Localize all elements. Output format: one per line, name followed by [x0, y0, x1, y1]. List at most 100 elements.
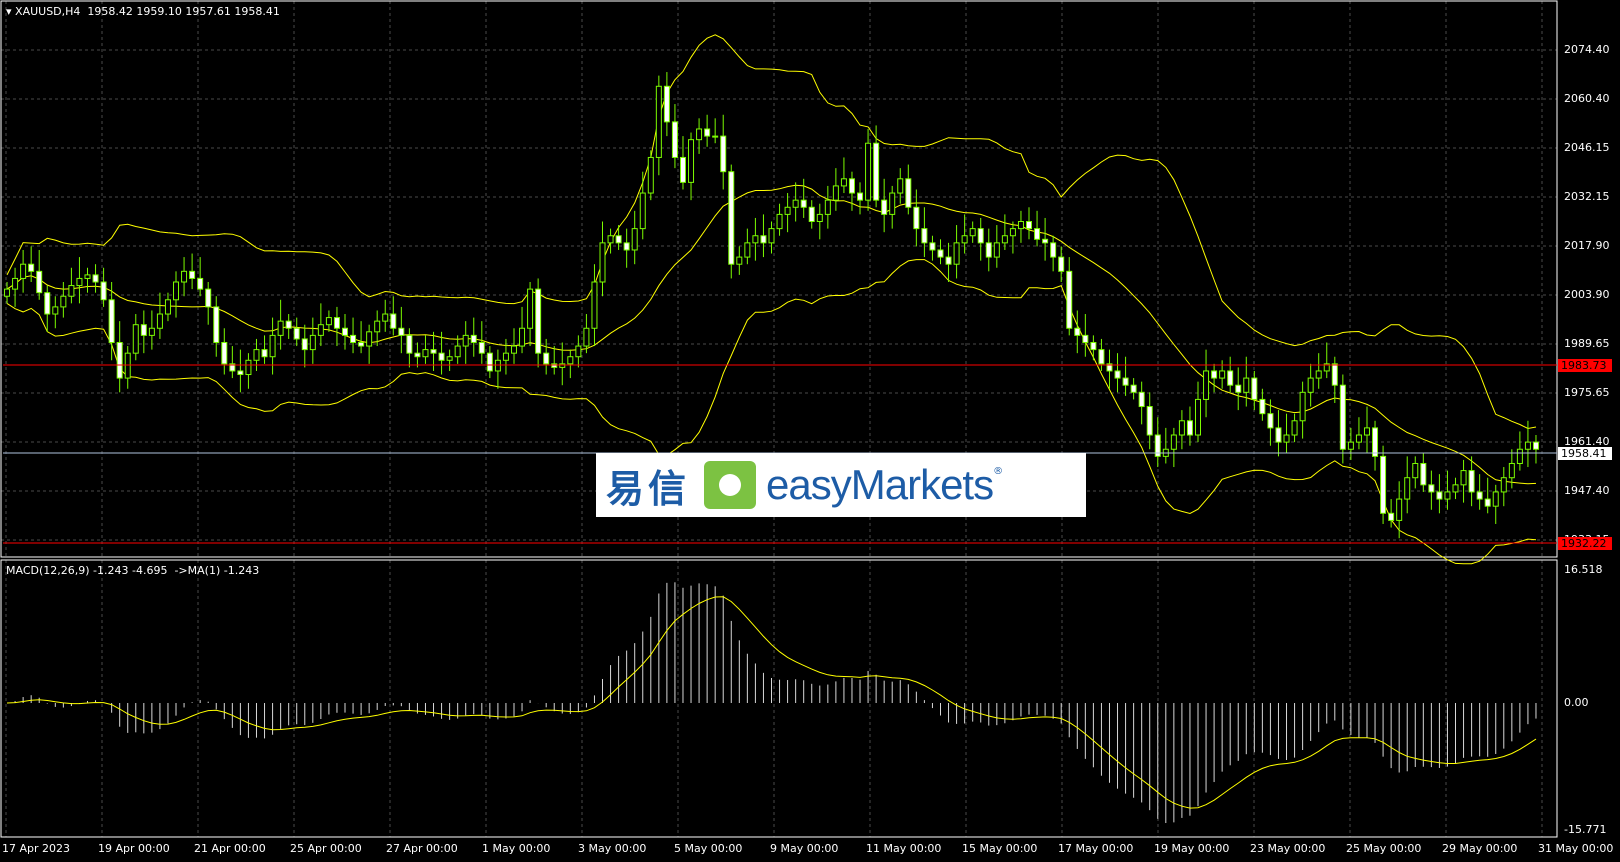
candle-bear: [1259, 398, 1266, 415]
candle-bull: [840, 178, 847, 187]
candle-bear: [535, 288, 542, 354]
time-tick: 29 May 00:00: [1442, 842, 1518, 855]
candle-bear: [1380, 455, 1387, 514]
candle-bull: [1283, 434, 1290, 443]
time-tick: 23 May 00:00: [1250, 842, 1326, 855]
support-price-tag: 1932.22: [1558, 537, 1612, 550]
candle-bull: [462, 334, 469, 347]
candle-bear: [470, 334, 477, 343]
candle-bear: [1227, 370, 1234, 386]
ohlc-values: 1958.42 1959.10 1957.61 1958.41: [87, 5, 280, 18]
candle-bull: [1460, 470, 1467, 486]
candle-bull: [591, 281, 598, 329]
candle-bull: [631, 228, 638, 251]
candle-bear: [663, 85, 670, 123]
price-tick: 2032.15: [1564, 190, 1610, 203]
candle-bull: [655, 85, 662, 158]
candle-bear: [800, 199, 807, 208]
time-tick: 19 Apr 00:00: [98, 842, 170, 855]
candle-bear: [760, 235, 767, 244]
candle-bear: [189, 270, 196, 279]
candle-bear: [414, 352, 421, 358]
time-tick: 17 Apr 2023: [2, 842, 71, 855]
candle-bull: [1178, 420, 1185, 436]
candle-bull: [832, 185, 839, 201]
candle-bear: [108, 299, 115, 343]
candle-bear: [921, 228, 928, 244]
time-tick: 1 May 00:00: [482, 842, 551, 855]
candle-bear: [205, 288, 212, 308]
candle-bull: [1452, 484, 1459, 493]
candle-bear: [398, 327, 405, 336]
candle-bear: [116, 341, 123, 379]
candle-bear: [261, 349, 268, 358]
candle-bull: [494, 359, 501, 372]
macd-panel-border: [0, 559, 1558, 838]
candle-bear: [1532, 441, 1539, 450]
candle-bear: [679, 156, 686, 183]
candle-bear: [213, 306, 220, 343]
candle-bull: [527, 288, 534, 329]
logo-chinese-text: 易信: [606, 466, 691, 511]
time-tick: 17 May 00:00: [1058, 842, 1134, 855]
candle-bear: [1235, 384, 1242, 393]
candle-bull: [124, 352, 131, 379]
candle-bear: [92, 274, 99, 283]
candle-bull: [1524, 441, 1531, 450]
candle-bull: [559, 363, 566, 368]
candle-bear: [1484, 498, 1491, 507]
candle-bull: [317, 324, 324, 336]
candle-bear: [615, 235, 622, 244]
resistance-price-tag: 1983.73: [1558, 359, 1612, 372]
candle-bear: [1026, 221, 1033, 230]
candle-bear: [1420, 462, 1427, 486]
candle-bear: [285, 320, 292, 329]
macd-label: MACD(12,26,9) -1.243 -4.695 ->MA(1) -1.2…: [6, 564, 260, 577]
price-tick: 2003.90: [1564, 288, 1610, 301]
candle-bear: [1146, 406, 1153, 436]
candle-bear: [430, 349, 437, 354]
candle-bear: [301, 338, 308, 351]
candle-bear: [1275, 427, 1282, 443]
candle-bull: [575, 345, 582, 358]
candle-bull: [148, 327, 155, 336]
candle-bull: [1315, 370, 1322, 379]
candle-bull: [60, 295, 67, 308]
candle-bull: [374, 320, 381, 333]
candle-bull: [776, 213, 783, 230]
easymarkets-logo: 易信 easyMarkets ®: [596, 453, 1086, 517]
candle-bear: [1034, 228, 1041, 240]
price-tick: 2017.90: [1564, 239, 1610, 252]
candle-bear: [406, 334, 413, 354]
candle-bull: [1203, 370, 1210, 400]
candle-bear: [237, 370, 244, 376]
macd-histogram: [14, 582, 1537, 824]
candle-bear: [929, 242, 936, 251]
macd-tick-min: -15.771: [1564, 823, 1607, 836]
candle-bull: [84, 274, 91, 279]
macd-tick-zero: 0.00: [1564, 696, 1589, 709]
candle-bull: [744, 242, 751, 258]
price-tick: 2074.40: [1564, 43, 1610, 56]
candle-bear: [1114, 370, 1121, 379]
candle-bull: [132, 324, 139, 354]
logo-mark-icon: [704, 461, 757, 509]
time-tick: 9 May 00:00: [770, 842, 839, 855]
candle-bear: [1050, 242, 1057, 258]
macd-grid: [5, 560, 1543, 837]
candle-bear: [358, 341, 365, 347]
candle-bull: [1500, 477, 1507, 493]
candle-bear: [390, 313, 397, 329]
candle-bull: [173, 281, 180, 301]
candle-bull: [647, 156, 654, 194]
logo-registered-mark: ®: [993, 465, 1004, 477]
candle-bull: [1170, 434, 1177, 450]
candle-bear: [1122, 377, 1129, 386]
candle-bull: [1017, 221, 1024, 230]
candle-bull: [269, 334, 276, 358]
candle-bull: [1404, 477, 1411, 500]
symbol-label: XAUUSD,H4: [15, 5, 81, 18]
candle-bear: [873, 142, 880, 201]
chart-canvas[interactable]: [0, 0, 1620, 862]
candle-bull: [1516, 448, 1523, 464]
